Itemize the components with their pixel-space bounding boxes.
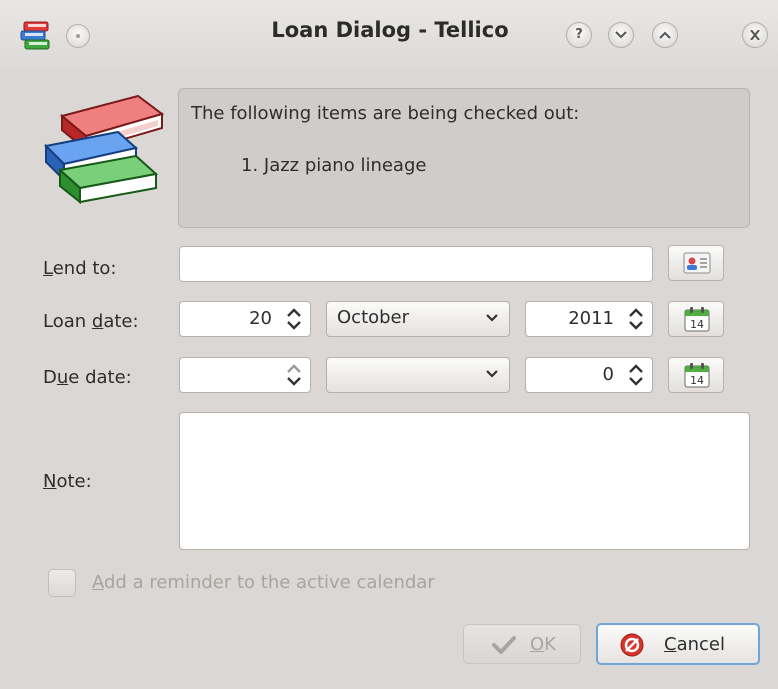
chevron-down-icon — [486, 370, 498, 378]
loan-year-spinbox[interactable]: 2011 — [525, 301, 653, 337]
loan-date-label: Loan date: — [43, 311, 139, 332]
ok-button[interactable]: OK — [463, 624, 581, 664]
svg-text:14: 14 — [690, 318, 704, 331]
loan-month-value: October — [337, 307, 410, 328]
loan-month-select[interactable]: October — [326, 301, 510, 337]
lend-to-input[interactable] — [179, 246, 653, 282]
loan-year-value: 2011 — [568, 308, 614, 329]
maximize-button[interactable] — [652, 22, 678, 48]
due-day-spinbox[interactable] — [179, 357, 311, 393]
due-year-value: 0 — [602, 364, 614, 385]
address-book-button[interactable] — [668, 245, 724, 281]
window-title: Loan Dialog - Tellico — [271, 18, 509, 42]
note-textarea[interactable] — [179, 412, 750, 550]
checkout-heading: The following items are being checked ou… — [191, 103, 580, 124]
due-date-label: Due date: — [43, 367, 132, 388]
checkout-item: 1. Jazz piano lineage — [241, 155, 427, 176]
cancel-icon — [620, 633, 644, 657]
chevron-up-icon — [659, 31, 671, 39]
due-year-spinbox[interactable]: 0 — [525, 357, 653, 393]
books-icon — [43, 94, 165, 205]
spin-arrows-icon[interactable] — [284, 363, 304, 387]
checkout-info-box: The following items are being checked ou… — [178, 88, 750, 228]
reminder-checkbox[interactable] — [48, 569, 76, 597]
loan-day-value: 20 — [249, 308, 272, 329]
calendar-icon: 14 — [684, 363, 710, 388]
address-book-icon — [683, 252, 711, 274]
lend-to-label: Lend to: — [43, 258, 117, 279]
note-label: Note: — [43, 471, 92, 492]
spin-arrows-icon[interactable] — [626, 307, 646, 331]
reminder-label[interactable]: Add a reminder to the active calendar — [92, 572, 435, 593]
minimize-button[interactable] — [608, 22, 634, 48]
due-month-select[interactable] — [326, 357, 510, 393]
loan-day-spinbox[interactable]: 20 — [179, 301, 311, 337]
cancel-button[interactable]: Cancel — [596, 623, 760, 665]
checkmark-icon — [492, 636, 516, 654]
close-icon — [750, 30, 760, 40]
title-bar: Loan Dialog - Tellico ? — [0, 0, 778, 70]
chevron-down-icon — [615, 31, 627, 39]
help-button[interactable]: ? — [566, 22, 592, 48]
spin-arrows-icon[interactable] — [284, 307, 304, 331]
spin-arrows-icon[interactable] — [626, 363, 646, 387]
due-date-calendar-button[interactable]: 14 — [668, 357, 724, 393]
help-icon: ? — [575, 27, 583, 42]
on-all-desktops-button[interactable] — [66, 24, 90, 48]
ok-label: OK — [530, 634, 556, 655]
chevron-down-icon — [486, 314, 498, 322]
cancel-label: Cancel — [664, 634, 725, 655]
tellico-app-icon[interactable] — [20, 20, 54, 52]
svg-text:14: 14 — [690, 374, 704, 387]
calendar-icon: 14 — [684, 307, 710, 332]
loan-date-calendar-button[interactable]: 14 — [668, 301, 724, 337]
close-button[interactable] — [742, 22, 768, 48]
